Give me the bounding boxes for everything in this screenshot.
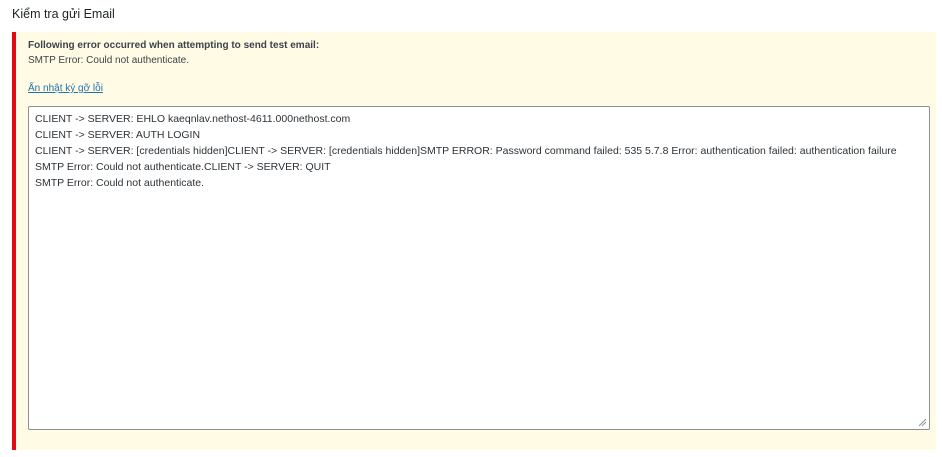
hide-debug-log-link[interactable]: Ẩn nhật ký gỡ lỗi (28, 83, 103, 94)
log-line: CLIENT -> SERVER: [credentials hidden]CL… (35, 145, 897, 157)
log-line: CLIENT -> SERVER: AUTH LOGIN (35, 129, 201, 141)
resize-handle-icon[interactable] (918, 418, 927, 427)
debug-log-textarea[interactable]: CLIENT -> SERVER: EHLO kaeqnlav.nethost-… (28, 106, 930, 430)
log-line: SMTP Error: Could not authenticate.CLIEN… (35, 161, 331, 173)
section-title: Kiểm tra gửi Email (12, 7, 115, 21)
notice-heading: Following error occurred when attempting… (28, 40, 320, 51)
error-notice: Following error occurred when attempting… (12, 32, 936, 450)
log-line: CLIENT -> SERVER: EHLO kaeqnlav.nethost-… (35, 113, 351, 125)
notice-message: SMTP Error: Could not authenticate. (28, 55, 190, 66)
log-line: SMTP Error: Could not authenticate. (35, 177, 205, 189)
